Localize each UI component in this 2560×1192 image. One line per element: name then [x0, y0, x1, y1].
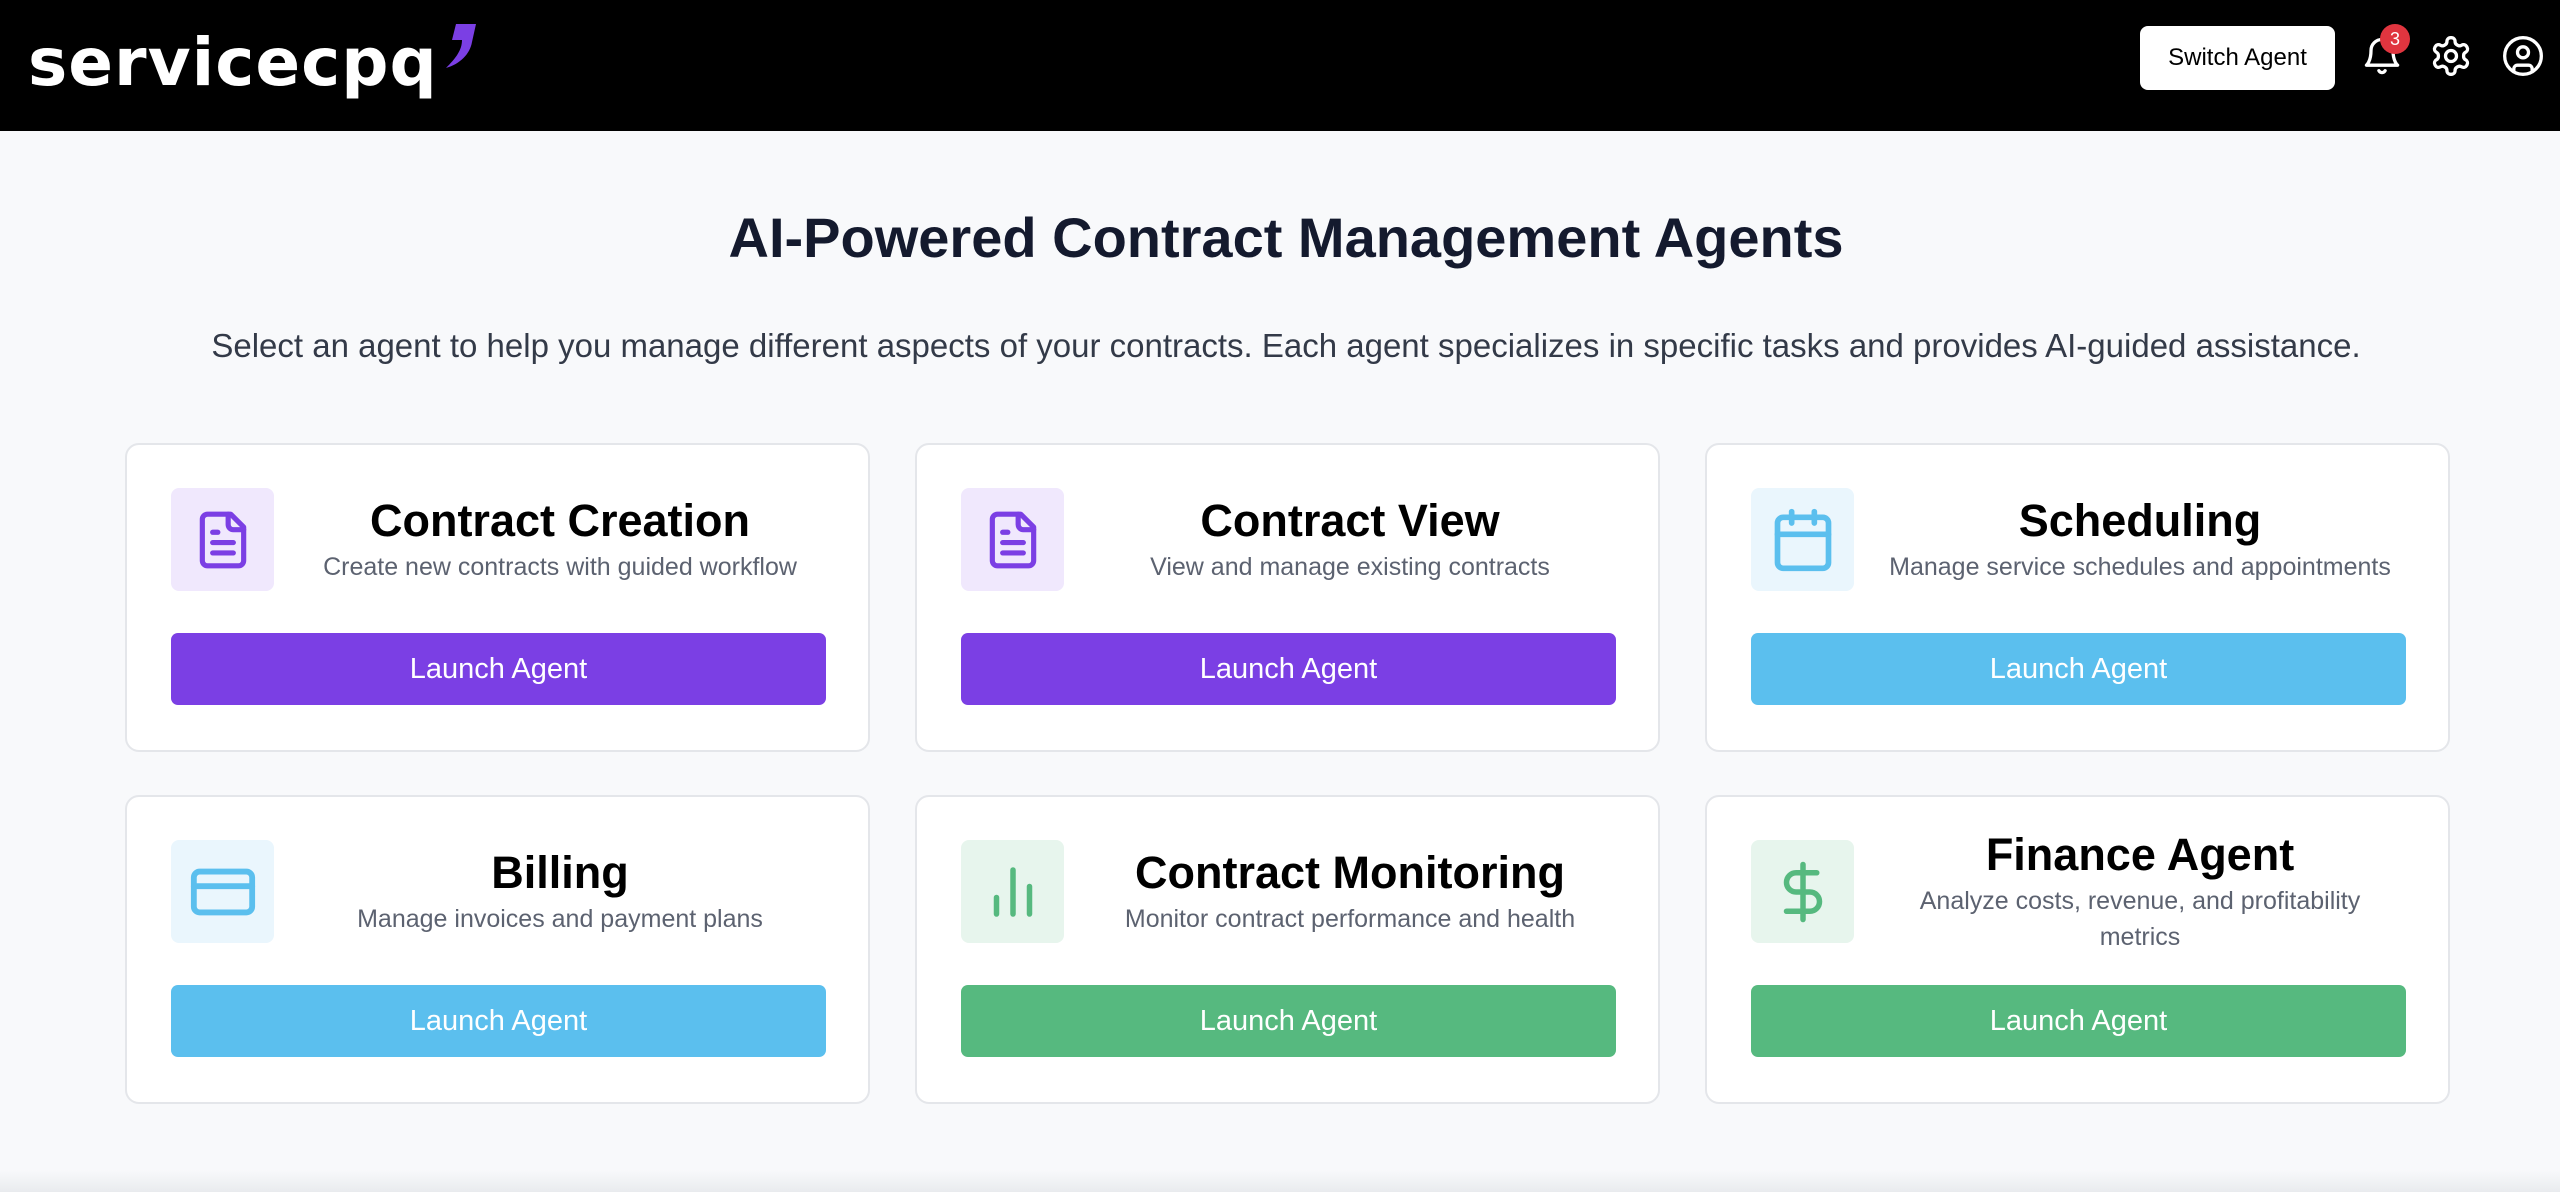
- user-profile-icon[interactable]: [2501, 34, 2545, 78]
- agent-title: Billing: [491, 847, 629, 898]
- servicecpq-logo[interactable]: servicecpq: [28, 18, 482, 108]
- switch-agent-button[interactable]: Switch Agent: [2140, 26, 2335, 90]
- notification-count-badge: 3: [2380, 24, 2410, 54]
- agent-description: View and manage existing contracts: [1150, 553, 1550, 581]
- agent-title: Finance Agent: [1985, 829, 2295, 880]
- agent-card-contract-monitoring: Contract Monitoring Monitor contract per…: [915, 795, 1660, 1104]
- agent-description: Create new contracts with guided workflo…: [323, 553, 797, 581]
- agent-description: Manage service schedules and appointment…: [1889, 553, 2391, 581]
- agent-card-finance: Finance Agent Analyze costs, revenue, an…: [1705, 795, 2450, 1104]
- agent-title: Contract Monitoring: [1135, 847, 1565, 898]
- document-icon: [961, 488, 1064, 591]
- agent-title: Contract View: [1200, 495, 1500, 546]
- bottom-edge-shadow: [0, 1170, 2560, 1192]
- agent-description: Monitor contract performance and health: [1124, 905, 1576, 933]
- launch-agent-button[interactable]: Launch Agent: [171, 633, 826, 705]
- launch-agent-button[interactable]: Launch Agent: [961, 633, 1616, 705]
- agent-description: Manage invoices and payment plans: [357, 905, 763, 933]
- launch-agent-button[interactable]: Launch Agent: [1751, 633, 2406, 705]
- logo-text: servicecpq: [28, 24, 438, 101]
- agent-title: Contract Creation: [369, 495, 751, 546]
- calendar-icon: [1751, 488, 1854, 591]
- launch-agent-button[interactable]: Launch Agent: [1751, 985, 2406, 1057]
- page-title: AI-Powered Contract Management Agents: [728, 206, 1844, 269]
- agent-card-contract-view: Contract View View and manage existing c…: [915, 443, 1660, 752]
- credit-card-icon: [171, 840, 274, 943]
- document-icon: [171, 488, 274, 591]
- agent-card-contract-creation: Contract Creation Create new contracts w…: [125, 443, 870, 752]
- gear-icon[interactable]: [2429, 34, 2473, 78]
- agent-description: Analyze costs, revenue, and profitabilit…: [1919, 887, 2361, 951]
- launch-agent-button[interactable]: Launch Agent: [171, 985, 826, 1057]
- top-navigation-bar: servicecpq Switch Agent 3: [0, 0, 2560, 131]
- agent-title: Scheduling: [2018, 495, 2262, 546]
- page-subtitle: Select an agent to help you manage diffe…: [211, 327, 2361, 364]
- launch-agent-button[interactable]: Launch Agent: [961, 985, 1616, 1057]
- dollar-icon: [1751, 840, 1854, 943]
- bar-chart-icon: [961, 840, 1064, 943]
- agent-card-billing: Billing Manage invoices and payment plan…: [125, 795, 870, 1104]
- logo-swoosh-icon: [445, 24, 476, 68]
- agent-card-scheduling: Scheduling Manage service schedules and …: [1705, 443, 2450, 752]
